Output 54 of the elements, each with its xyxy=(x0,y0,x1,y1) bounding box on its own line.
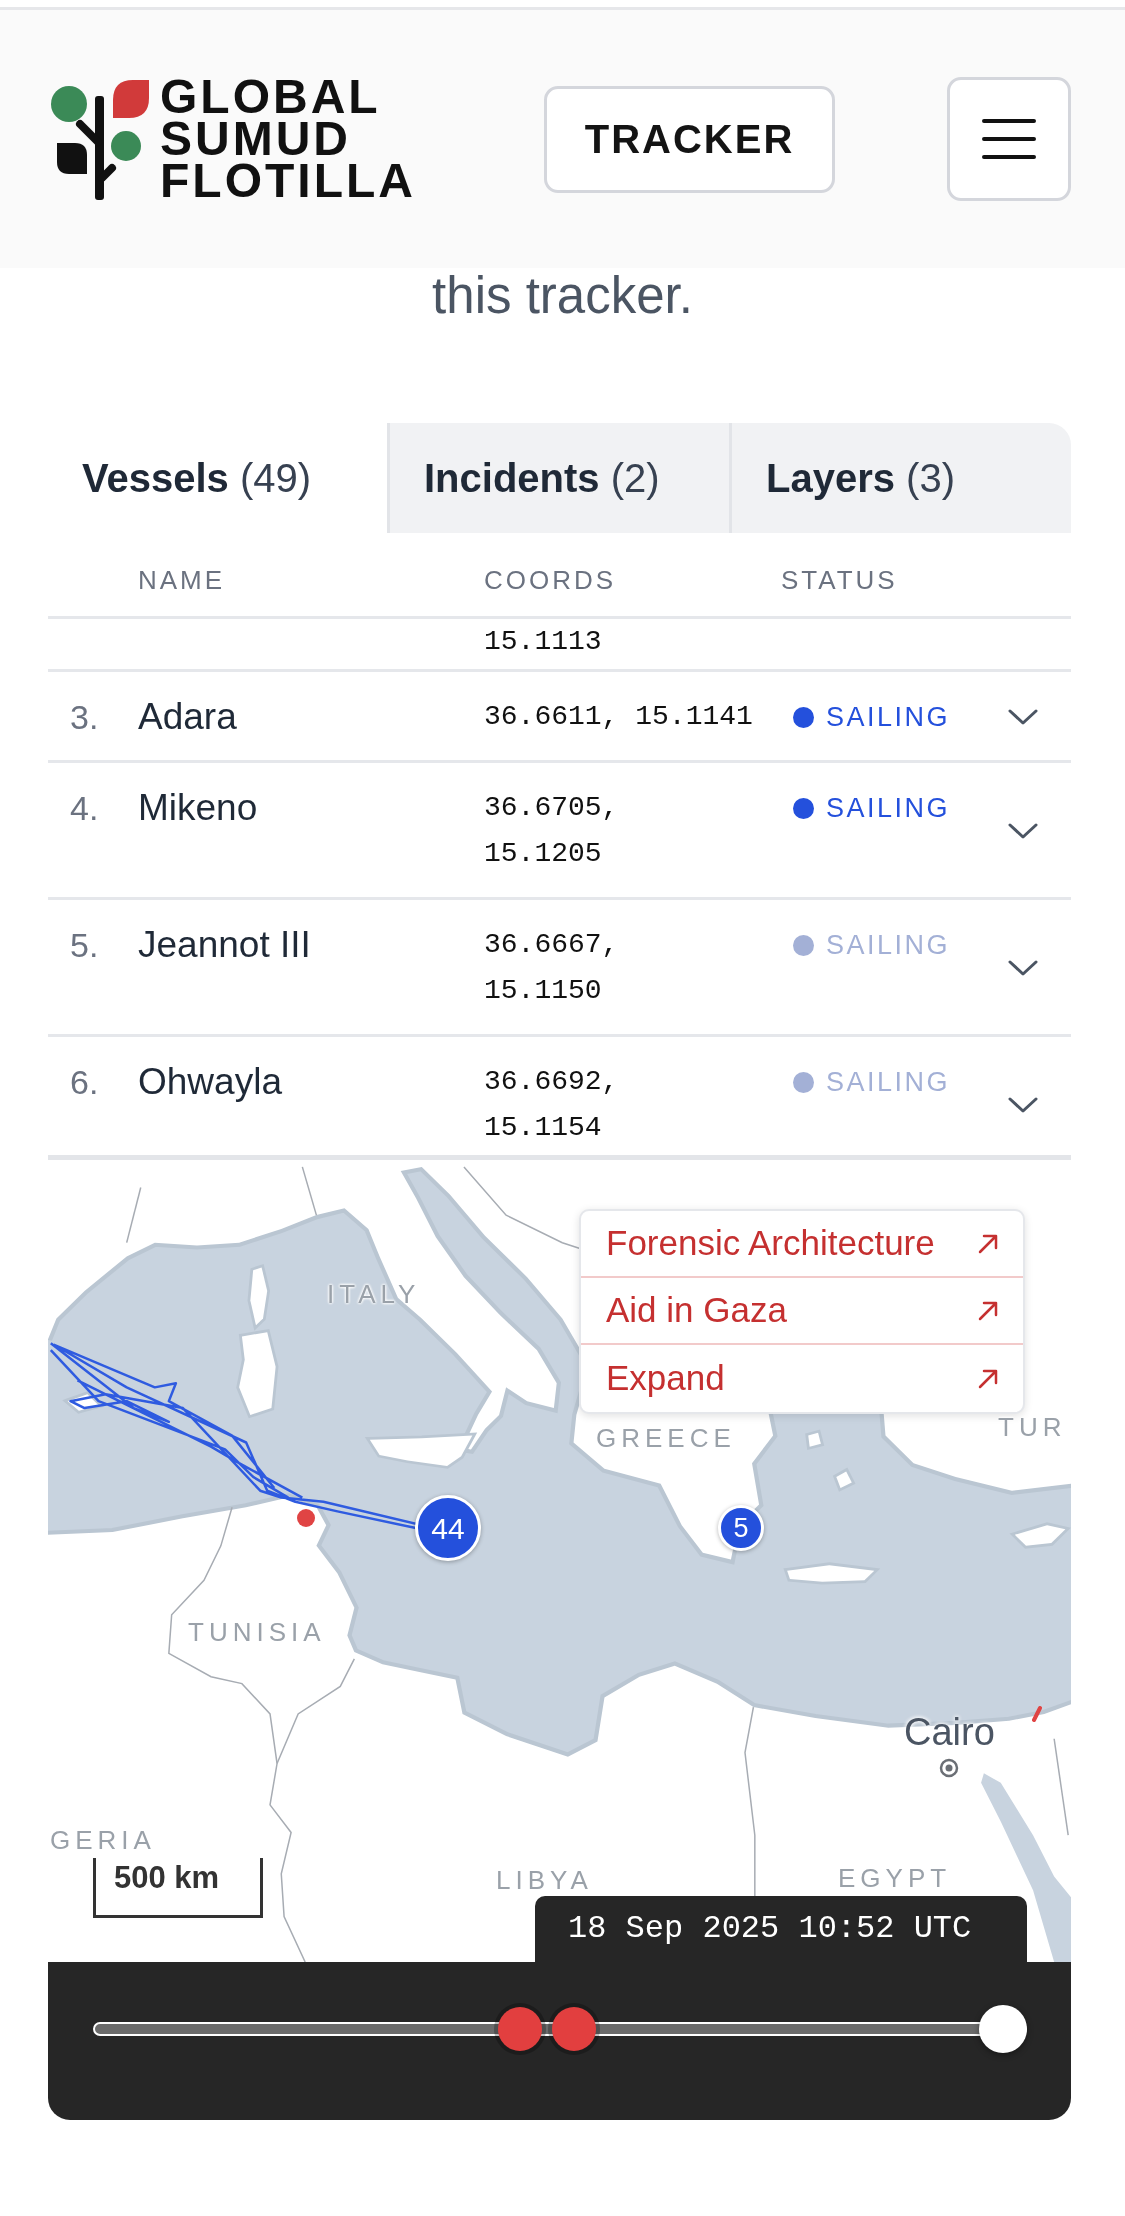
country-label: TUR xyxy=(998,1412,1067,1442)
coords-cell-text: 36.6667, 15.1150 xyxy=(484,928,620,1008)
vessel-name: Ohwayla xyxy=(138,1061,282,1102)
chevron-down-icon[interactable] xyxy=(1008,1097,1038,1113)
incident-marker-icon[interactable] xyxy=(1032,1706,1042,1722)
arrow-up-right-icon xyxy=(978,1233,998,1254)
intro-text: this tracker. xyxy=(431,268,694,324)
menu-icon xyxy=(982,119,1036,159)
status-label: SAILING xyxy=(826,1065,951,1099)
row-number: 5. xyxy=(70,926,99,964)
timeline-thumb[interactable] xyxy=(979,2005,1027,2053)
coords-cell-text: 36.6692, 15.1154 xyxy=(484,1065,620,1145)
status-label: SAILING xyxy=(826,928,951,962)
coords-cell-text: 36.6611, 15.1141 xyxy=(484,700,754,734)
column-header: COORDS xyxy=(484,565,617,595)
row-number: 6. xyxy=(70,1063,99,1101)
tab[interactable]: Layers (3) xyxy=(729,423,1071,533)
column-header: STATUS xyxy=(781,565,898,595)
country-label: ITALY xyxy=(327,1279,421,1309)
timestamp-label: 18 Sep 2025 10:52 UTC xyxy=(535,1896,1027,1962)
chevron-down-icon[interactable] xyxy=(1008,709,1038,725)
country-label: EGYPT xyxy=(838,1863,952,1893)
vessel-name: Adara xyxy=(138,696,237,737)
city-dot-icon xyxy=(939,1758,960,1778)
timeline-slider[interactable] xyxy=(93,2005,1027,2053)
menu-button[interactable] xyxy=(947,77,1071,201)
map-link[interactable]: Forensic Architecture xyxy=(581,1211,1023,1278)
map-link[interactable]: Aid in Gaza xyxy=(581,1278,1023,1345)
country-label: LIBYA xyxy=(496,1865,593,1895)
city-label: Cairo xyxy=(904,1710,995,1754)
tab[interactable]: Incidents (2) xyxy=(387,423,729,533)
country-label: TUNISIA xyxy=(188,1617,326,1647)
tracker-button[interactable]: TRACKER xyxy=(544,85,835,193)
country-label: GREECE xyxy=(596,1423,736,1453)
vessel-name: Mikeno xyxy=(138,787,258,828)
incident-thumb[interactable] xyxy=(498,2007,543,2051)
chevron-down-icon[interactable] xyxy=(1008,823,1038,839)
status-label: SAILING xyxy=(826,700,951,734)
arrow-up-right-icon xyxy=(978,1300,998,1321)
row-number: 3. xyxy=(70,698,99,736)
scale-bar: 500 km xyxy=(93,1858,263,1918)
status-label: SAILING xyxy=(826,791,951,825)
row-number: 4. xyxy=(70,789,99,827)
chevron-down-icon[interactable] xyxy=(1008,960,1038,976)
logo-wordmark: GLOBAL SUMUD FLOTILLA xyxy=(160,76,416,202)
column-header: NAME xyxy=(138,565,226,595)
incident-thumb[interactable] xyxy=(552,2007,597,2051)
map-link[interactable]: Expand xyxy=(581,1345,1023,1412)
logo-icon xyxy=(50,78,150,200)
coords-cell-text: 15.1113 xyxy=(484,625,603,659)
country-label: GERIA xyxy=(50,1825,156,1855)
arrow-up-right-icon xyxy=(978,1368,998,1389)
coords-cell-text: 36.6705, 15.1205 xyxy=(484,791,620,871)
vessel-name: Jeannot III xyxy=(138,924,311,965)
